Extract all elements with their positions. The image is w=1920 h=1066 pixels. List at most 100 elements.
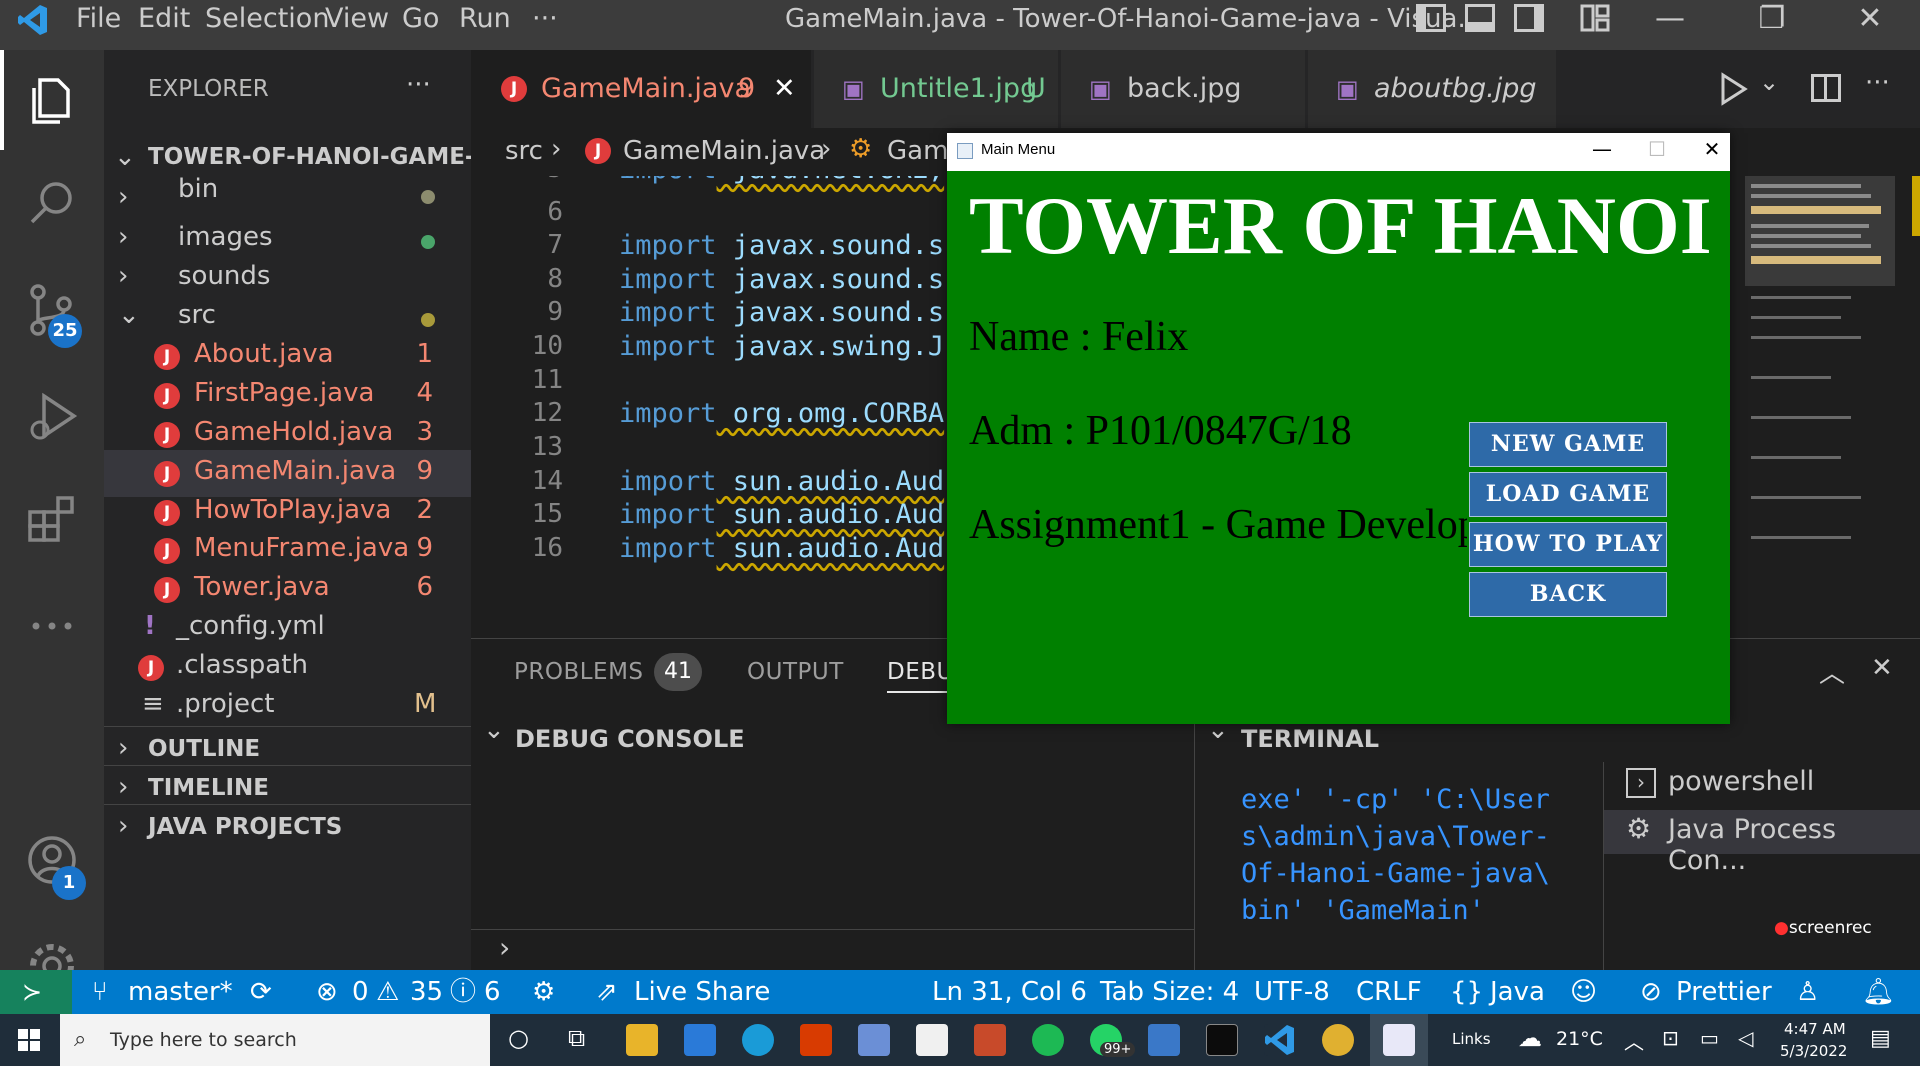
menu-file[interactable]: File [76,0,121,50]
how-to-play-button[interactable]: HOW TO PLAY [1469,522,1667,567]
clock-date[interactable]: 5/3/2022 [1780,1042,1847,1060]
maximize-panel-icon[interactable]: ︿ [1819,653,1845,690]
accounts-icon[interactable] [0,810,104,910]
tab-gamemain[interactable]: J GameMain.java 9 ✕ [471,50,811,128]
terminal-item-powershell[interactable]: › powershell [1604,764,1920,808]
explorer-more-button[interactable]: ··· [406,70,431,100]
close-panel-icon[interactable]: ✕ [1871,653,1893,683]
language-mode[interactable]: Java [1490,970,1545,1014]
info-count[interactable]: 6 [484,970,501,1014]
editor-more-icon[interactable]: ··· [1865,68,1890,98]
breadcrumb-file[interactable]: GameMain.java [623,136,825,166]
links-toolbar[interactable]: Links [1452,1030,1491,1048]
chevron-right-icon: › [821,134,832,164]
tab-untitle1[interactable]: ▣ Untitle1.jpg U [814,50,1058,128]
error-count[interactable]: 0 [352,970,369,1014]
load-game-button[interactable]: LOAD GAME [1469,472,1667,517]
live-share-button[interactable]: Live Share [634,970,770,1014]
vscode-taskbar-icon[interactable] [1264,1024,1296,1056]
java-taskbar-item[interactable] [1370,1014,1428,1066]
section-java-projects[interactable]: › JAVA PROJECTS [104,804,471,851]
run-debug-icon[interactable] [0,368,104,468]
breadcrumb-symbol[interactable]: Gam [887,136,948,166]
minimap[interactable] [1745,176,1895,638]
terminal-app-icon[interactable] [1206,1024,1238,1056]
weather-temperature[interactable]: 21°C [1556,1028,1603,1050]
toggle-sidebar-icon[interactable] [1416,4,1446,32]
menu-selection[interactable]: Selection [205,0,329,50]
java-close-button[interactable]: ✕ [1692,137,1732,161]
java-maximize-button[interactable]: ☐ [1637,137,1677,161]
tree-file-project[interactable]: ≡ .project M [104,683,471,730]
notifications-bell-icon[interactable]: 🔔︎ [1862,970,1895,1014]
winrar-icon[interactable] [974,1024,1006,1056]
clock-time[interactable]: 4:47 AM [1784,1020,1846,1038]
mail-icon[interactable] [684,1024,716,1056]
extensions-icon[interactable] [0,470,104,570]
edge-browser-icon[interactable] [742,1024,774,1056]
java-minimize-button[interactable]: — [1582,137,1622,161]
keyword: import [619,466,717,497]
menu-view[interactable]: View [325,0,389,50]
more-views-icon[interactable] [0,576,104,676]
run-button-icon[interactable] [1719,72,1749,110]
debug-run-icon[interactable]: ⚙ [532,970,555,1014]
terminal-line: Of-Hanoi-Game-java\ [1241,858,1550,889]
task-view-icon[interactable]: ⧉ [568,1024,585,1052]
cursor-position[interactable]: Ln 31, Col 6 [932,970,1087,1014]
new-game-button[interactable]: NEW GAME [1469,422,1667,467]
terminal-item-java[interactable]: ⚙ Java Process Con... [1604,810,1920,876]
tab-problems[interactable]: PROBLEMS [514,659,644,685]
copilot-icon[interactable]: ☺ [1570,970,1597,1014]
chrome-icon[interactable] [1322,1024,1354,1056]
debug-console-header[interactable]: DEBUG CONSOLE [515,725,745,753]
source-control-icon[interactable] [0,260,104,360]
sync-icon[interactable]: ⟳ [250,970,272,1014]
battery-icon[interactable]: ▭ [1700,1026,1719,1050]
prettier-status[interactable]: Prettier [1676,970,1772,1014]
breadcrumb-folder[interactable]: src [505,136,543,166]
file-explorer-icon[interactable] [626,1024,658,1056]
maximize-button[interactable]: ❐ [1742,0,1802,44]
file-label: GameMain.java [194,456,397,486]
menu-edit[interactable]: Edit [138,0,190,50]
action-center-icon[interactable]: ▤ [1870,1026,1891,1051]
tray-chevron-up-icon[interactable]: ︿ [1624,1026,1644,1055]
taskbar-search-input[interactable]: ⌕ Type here to search [60,1014,490,1066]
cortana-icon[interactable]: ○ [508,1024,529,1052]
line-ending[interactable]: CRLF [1356,970,1422,1014]
close-window-button[interactable]: ✕ [1840,0,1900,44]
file-encoding[interactable]: UTF-8 [1254,970,1330,1014]
volume-icon[interactable]: ◁ [1738,1026,1753,1050]
menu-go[interactable]: Go [402,0,439,50]
office-icon[interactable] [800,1024,832,1056]
search-icon[interactable] [0,154,104,254]
terminal-header[interactable]: TERMINAL [1241,725,1379,753]
photos-icon[interactable] [1148,1024,1180,1056]
tab-aboutbg[interactable]: ▣ aboutbg.jpg [1308,50,1556,128]
store-icon[interactable] [916,1024,948,1056]
toggle-secondary-sidebar-icon[interactable] [1514,4,1544,32]
run-dropdown-icon[interactable]: ⌄ [1759,68,1779,96]
feedback-icon[interactable]: ♙ [1796,970,1819,1014]
tab-output[interactable]: OUTPUT [747,659,844,685]
toggle-panel-icon[interactable] [1465,4,1495,32]
explorer-icon[interactable] [0,50,104,150]
tab-close-icon[interactable]: ✕ [773,50,796,128]
warning-count[interactable]: 35 [410,970,443,1014]
split-editor-icon[interactable] [1811,74,1841,102]
windows-start-icon[interactable] [18,1029,40,1055]
tab-debug-console[interactable]: DEBU [887,659,954,693]
minimize-button[interactable]: — [1640,0,1700,44]
customize-layout-icon[interactable] [1580,4,1610,32]
git-branch[interactable]: master* [128,970,233,1014]
tab-size[interactable]: Tab Size: 4 [1100,970,1239,1014]
tab-back[interactable]: ▣ back.jpg [1061,50,1305,128]
network-icon[interactable]: ⊡ [1662,1026,1679,1050]
remote-indicator[interactable]: ≻ [0,970,72,1014]
spotify-icon[interactable] [1032,1024,1064,1056]
menu-more[interactable]: ··· [532,0,558,50]
menu-run[interactable]: Run [459,0,511,50]
app-icon[interactable] [858,1024,890,1056]
back-button[interactable]: BACK [1469,572,1667,617]
